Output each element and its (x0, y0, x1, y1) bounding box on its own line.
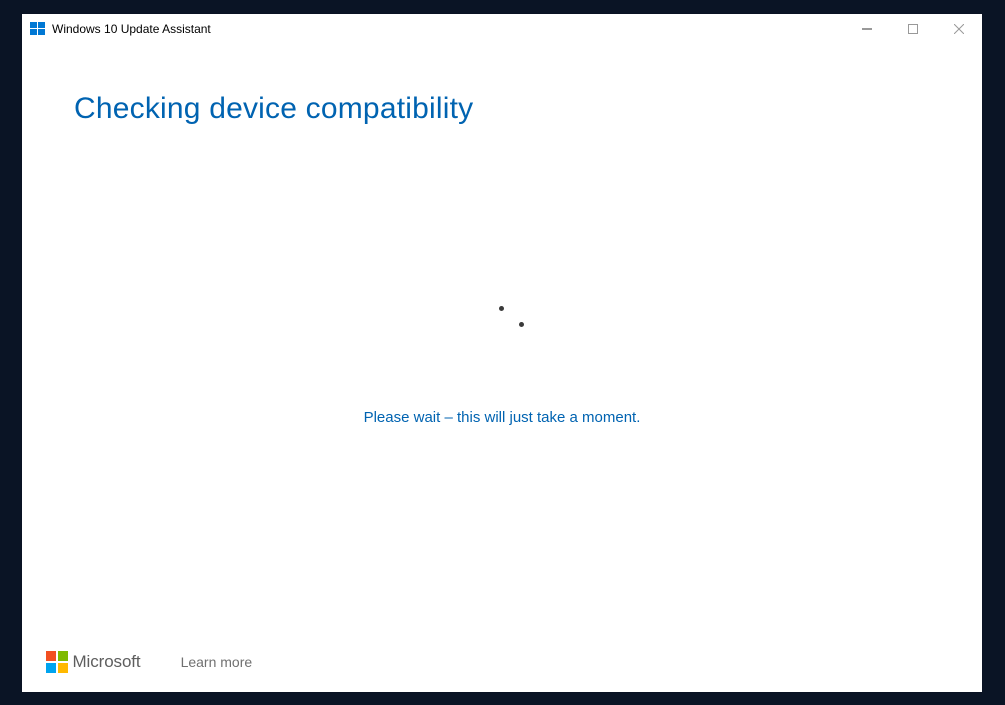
learn-more-link[interactable]: Learn more (181, 654, 253, 670)
logo-square-blue (46, 663, 56, 673)
windows-logo-icon (30, 21, 46, 37)
minimize-button[interactable] (844, 14, 890, 44)
window-controls (844, 14, 982, 44)
progress-area: Please wait – this will just take a mome… (22, 304, 982, 426)
microsoft-logo-text: Microsoft (73, 652, 141, 672)
logo-square-green (58, 651, 68, 661)
spinner-icon (477, 304, 527, 354)
close-button[interactable] (936, 14, 982, 44)
microsoft-logo-icon (46, 651, 68, 673)
spinner-dot (519, 322, 524, 327)
app-window: Windows 10 Update Assistant Checking dev… (22, 14, 982, 692)
maximize-button[interactable] (890, 14, 936, 44)
page-heading: Checking device compatibility (74, 92, 930, 126)
content-area: Checking device compatibility Please wai… (22, 44, 982, 632)
microsoft-logo: Microsoft (46, 651, 141, 673)
footer: Microsoft Learn more (22, 632, 982, 692)
window-title: Windows 10 Update Assistant (52, 22, 211, 36)
status-text: Please wait – this will just take a mome… (364, 409, 641, 426)
titlebar: Windows 10 Update Assistant (22, 14, 982, 44)
spinner-dot (499, 306, 504, 311)
logo-square-yellow (58, 663, 68, 673)
logo-square-red (46, 651, 56, 661)
